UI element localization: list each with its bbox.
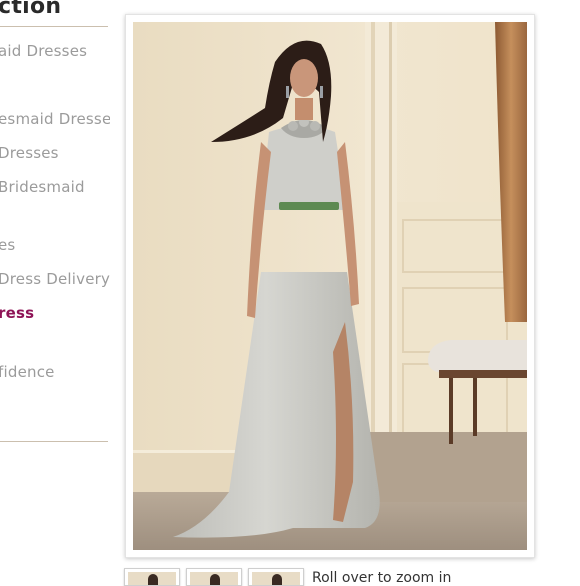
sidebar-item-dresses[interactable]: Dresses (0, 144, 59, 162)
sidebar-item-bridesmaid-dresses[interactable]: aid Dresses (0, 42, 87, 60)
sidebar-item-find-a-dress[interactable]: ress (0, 304, 34, 322)
sidebar-top-divider (0, 26, 108, 27)
zoom-hint-text: Roll over to zoom in (312, 570, 452, 586)
sidebar-item-bridesmaid[interactable]: Bridesmaid (0, 178, 85, 196)
sidebar-item-dress-delivery[interactable]: Dress Delivery (0, 270, 110, 288)
dress-model-illustration (133, 22, 527, 550)
product-image-frame[interactable] (125, 14, 535, 558)
sidebar-item-confidence[interactable]: fidence (0, 363, 55, 381)
thumbnail-1[interactable] (124, 568, 180, 586)
thumbnail-3[interactable] (248, 568, 304, 586)
product-photo[interactable] (133, 22, 527, 550)
thumbnail-2[interactable] (186, 568, 242, 586)
sidebar-item-es[interactable]: es (0, 236, 15, 254)
sidebar-heading: ction (0, 0, 62, 19)
sidebar-bottom-divider (0, 441, 108, 442)
sidebar-item-junior-bridesmaid-dresses[interactable]: esmaid Dresses (0, 110, 110, 128)
collection-sidebar: ction aid Dresses esmaid Dresses Dresses… (0, 0, 110, 580)
